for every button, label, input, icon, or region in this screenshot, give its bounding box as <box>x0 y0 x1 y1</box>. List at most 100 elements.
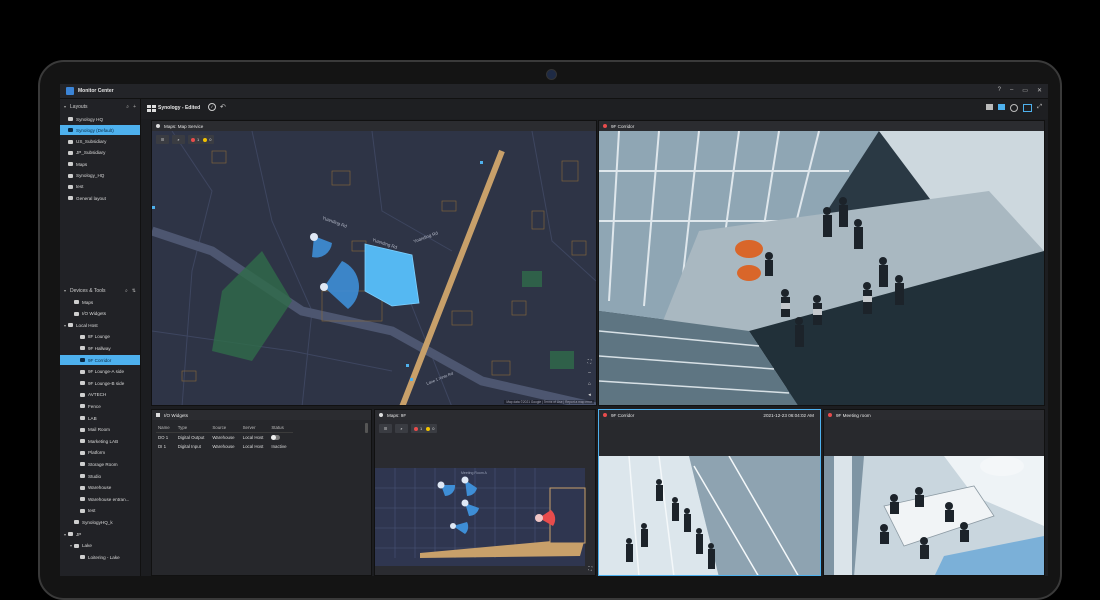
sidebar-item[interactable]: SynologyHQ_k <box>60 517 140 527</box>
layout-grid-icon[interactable] <box>147 105 156 112</box>
map-9f-panel[interactable]: Maps: 9F ☰ ⌕ 1 0 Meeting Room A ⛶ <box>374 409 596 576</box>
sidebar-item[interactable]: I/O Widgets <box>60 309 140 319</box>
sidebar-item[interactable]: LAB <box>60 413 140 423</box>
floor-plan-map[interactable]: Meeting Room A <box>375 458 595 576</box>
column-header[interactable]: Name <box>156 423 176 433</box>
sidebar-item[interactable]: 9F Hallway <box>60 343 140 353</box>
sidebar-item[interactable]: 9F Lounge-A side <box>60 367 140 377</box>
sidebar-item[interactable]: Loitering - Lake <box>60 552 140 562</box>
alarm-filter-button[interactable]: 1 0 <box>188 135 215 144</box>
layout-name[interactable]: Synology - Edited <box>158 105 200 111</box>
sidebar-item[interactable]: Studio <box>60 471 140 481</box>
sidebar-item[interactable]: 9F Corridor <box>60 355 140 365</box>
sidebar-item[interactable]: Storage Room <box>60 459 140 469</box>
sidebar-item[interactable]: 8F Lounge <box>60 332 140 342</box>
column-header[interactable]: Type <box>175 423 211 433</box>
corridor-small-video-feed[interactable] <box>599 455 820 576</box>
list-icon[interactable]: ☰ <box>156 135 169 144</box>
sidebar-item[interactable]: Mail Room <box>60 425 140 435</box>
search-icon[interactable]: ⌕ <box>395 424 408 433</box>
alarm-filter-button[interactable]: 1 0 <box>411 424 438 433</box>
io-type: Digital Input <box>177 444 201 450</box>
grid-view-icon[interactable] <box>998 104 1006 110</box>
chevron-down-icon[interactable]: ▾ <box>64 104 66 109</box>
search-icon[interactable]: ⌕ <box>125 288 128 294</box>
folder-icon <box>68 173 73 178</box>
sidebar-item[interactable]: Synology HQ <box>60 114 140 124</box>
sidebar-item[interactable]: Warehouse entran... <box>60 494 140 504</box>
street-map[interactable]: Yuanding Rd Yuanding Rd Yuanding Rd Lane… <box>152 131 596 406</box>
sidebar-item[interactable]: ▾ Lake <box>60 541 140 551</box>
folder-icon <box>74 311 79 316</box>
sidebar-item[interactable]: Maps <box>60 297 140 307</box>
search-icon[interactable]: ⌕ <box>126 104 129 110</box>
sidebar-item-label: US_Subsidiary <box>76 139 107 145</box>
sidebar-item[interactable]: Maps <box>60 159 140 169</box>
sidebar-item-label: AVTECH <box>88 392 107 398</box>
fullscreen-icon[interactable]: ⛶ <box>588 566 592 572</box>
io-server: Local Host <box>242 435 264 441</box>
camera-lens-icon <box>546 69 557 80</box>
close-icon[interactable]: ✕ <box>1037 87 1042 94</box>
sidebar-item[interactable]: ▾ JP <box>60 529 140 539</box>
devices-section-header[interactable]: ▾ Devices & Tools ⌕ ⇅ <box>60 285 140 296</box>
sidebar-item[interactable]: ▾ Local Host <box>60 320 140 330</box>
sidebar-item[interactable]: test <box>60 182 140 192</box>
meeting-room-panel[interactable]: 9F Meeting room <box>823 409 1045 576</box>
corridor-camera-panel[interactable]: 9F Corridor <box>598 120 1045 406</box>
output-toggle[interactable] <box>271 435 281 441</box>
sort-icon[interactable]: ⇅ <box>132 288 136 294</box>
save-check-icon[interactable]: ✓ <box>208 103 216 111</box>
sidebar-item[interactable]: Fence <box>60 401 140 411</box>
sidebar-item[interactable]: Platform <box>60 448 140 458</box>
timestamp: 2021-12-23 06:04:02 AM <box>763 412 814 418</box>
sidebar-item[interactable]: Warehouse <box>60 483 140 493</box>
sidebar-item[interactable]: test <box>60 506 140 516</box>
sidebar-item[interactable]: General layout <box>60 193 140 203</box>
sidebar-item[interactable]: JP_Subsidiary <box>60 148 140 158</box>
sidebar-item[interactable]: AVTECH <box>60 390 140 400</box>
window-icon[interactable] <box>1023 104 1033 112</box>
monitor-icon[interactable] <box>986 104 994 110</box>
undo-icon[interactable]: ↶ <box>220 103 226 111</box>
corridor-small-panel[interactable]: 9F Corridor 2021-12-23 06:04:02 AM <box>598 409 821 576</box>
help-icon[interactable]: ? <box>998 87 1001 94</box>
settings-icon[interactable] <box>1010 104 1019 112</box>
sidebar-item[interactable]: Synology (Default) <box>60 125 140 136</box>
layout-toolbar: Synology - Edited ✓ ↶ ⤢ <box>141 99 1048 119</box>
sidebar-item-label: SynologyHQ_k <box>82 519 113 525</box>
zoom-out-icon[interactable]: – <box>586 370 593 377</box>
layouts-section-header[interactable]: ▾ Layouts ⌕ + <box>60 101 140 112</box>
maximize-icon[interactable]: ▭ <box>1022 87 1028 94</box>
home-icon[interactable]: ⌂ <box>586 381 593 388</box>
panel-title: Maps: 9F <box>387 412 407 418</box>
list-icon[interactable]: ☰ <box>379 424 392 433</box>
table-row[interactable]: DO 1 Digital Output Warehouse Local Host <box>156 433 293 443</box>
fullscreen-icon[interactable]: ⤢ <box>1037 104 1042 112</box>
sidebar-item-label: test <box>76 184 84 190</box>
io-widgets-panel[interactable]: I/O Widgets Name Type Source Server Stat… <box>151 409 372 576</box>
search-icon[interactable]: ⌕ <box>172 135 185 144</box>
sidebar-item-label: Marketing LAB <box>88 438 119 444</box>
chevron-down-icon[interactable]: ▾ <box>64 288 66 293</box>
map-service-panel[interactable]: Maps: Map Service Yuanding Rd Yuanding R… <box>151 120 597 406</box>
corridor-video-feed[interactable] <box>599 130 1044 406</box>
folder-icon <box>80 404 85 409</box>
add-icon[interactable]: + <box>133 104 136 110</box>
sidebar-item[interactable]: US_Subsidiary <box>60 137 140 147</box>
scrollbar[interactable] <box>365 423 368 433</box>
column-header[interactable]: Status <box>269 423 293 433</box>
sidebar-item[interactable]: Marketing LAB <box>60 436 140 446</box>
meeting-room-video-feed[interactable] <box>824 456 1044 576</box>
column-header[interactable]: Source <box>210 423 241 433</box>
minimize-icon[interactable]: – <box>1010 87 1013 94</box>
column-header[interactable]: Server <box>240 423 270 433</box>
sidebar-item[interactable]: 9F Lounge-B side <box>60 378 140 388</box>
sidebar-item[interactable]: Synology_HQ <box>60 171 140 181</box>
sidebar-item-label: Storage Room <box>88 461 118 467</box>
fullscreen-icon[interactable]: ⛶ <box>586 359 593 366</box>
table-row[interactable]: DI 1 Digital Input Warehouse Local Host … <box>156 442 293 451</box>
sidebar-item-label: test <box>88 508 96 514</box>
navigate-icon[interactable]: ◂ <box>586 392 593 399</box>
folder-icon <box>74 543 79 548</box>
